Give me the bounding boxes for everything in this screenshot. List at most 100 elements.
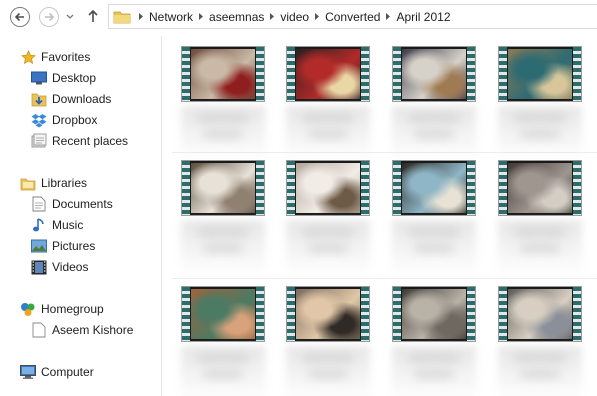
- breadcrumb-converted[interactable]: Converted: [325, 10, 380, 24]
- blurred-file-name: [203, 130, 243, 138]
- blurred-file-name: [408, 114, 460, 122]
- video-thumbnail[interactable]: [392, 46, 476, 102]
- film-strip: [361, 287, 369, 341]
- video-thumbnail[interactable]: [286, 160, 370, 216]
- video-frame: [402, 163, 466, 213]
- blurred-file-name: [408, 354, 460, 362]
- nav-favorites[interactable]: Favorites: [20, 48, 90, 66]
- blurred-file-name: [414, 130, 454, 138]
- film-strip: [287, 161, 295, 215]
- breadcrumb-video[interactable]: video: [280, 10, 309, 24]
- blurred-file-name: [308, 244, 348, 252]
- video-thumbnail[interactable]: [181, 286, 265, 342]
- back-button[interactable]: [10, 7, 30, 27]
- film-strip: [499, 161, 507, 215]
- nav-item-desktop[interactable]: Desktop: [31, 69, 96, 87]
- forward-button[interactable]: [39, 7, 59, 27]
- nav-item-videos[interactable]: Videos: [31, 258, 88, 276]
- nav-item-aseem-kishore[interactable]: Aseem Kishore: [31, 321, 133, 339]
- video-frame: [296, 163, 360, 213]
- nav-item-label: Downloads: [52, 92, 112, 106]
- video-frame: [508, 289, 572, 339]
- nav-item-recent-places[interactable]: Recent places: [31, 132, 128, 150]
- breadcrumb-aseemnas[interactable]: aseemnas: [209, 10, 264, 24]
- blurred-file-name: [414, 244, 454, 252]
- breadcrumb-separator[interactable]: [136, 13, 146, 20]
- nav-favorites-label: Favorites: [41, 50, 91, 64]
- nav-homegroup[interactable]: Homegroup: [20, 300, 104, 318]
- film-strip: [467, 287, 475, 341]
- video-thumbnail[interactable]: [181, 46, 265, 102]
- nav-item-dropbox[interactable]: Dropbox: [31, 111, 97, 129]
- video-thumbnail[interactable]: [286, 46, 370, 102]
- nav-item-label: Music: [52, 218, 84, 232]
- documents-icon: [31, 196, 47, 212]
- video-thumbnail[interactable]: [392, 286, 476, 342]
- nav-computer[interactable]: Computer: [20, 363, 94, 381]
- downloads-icon: [31, 91, 47, 107]
- video-thumbnail[interactable]: [392, 160, 476, 216]
- film-strip: [361, 161, 369, 215]
- toolbar: Network aseemnas video Converted April 2…: [0, 0, 597, 36]
- chevron-down-icon[interactable]: [66, 14, 74, 20]
- video-thumbnail[interactable]: [498, 286, 582, 342]
- breadcrumb-april-2012[interactable]: April 2012: [396, 10, 450, 24]
- nav-item-music[interactable]: Music: [31, 216, 83, 234]
- blurred-file-name: [302, 228, 354, 236]
- video-frame: [296, 289, 360, 339]
- film-strip: [361, 47, 369, 101]
- video-frame: [402, 49, 466, 99]
- forward-arrow-icon: [45, 12, 55, 22]
- pictures-icon: [31, 238, 47, 254]
- breadcrumb-separator[interactable]: [312, 13, 322, 20]
- row-separator: [172, 278, 597, 279]
- nav-libraries-label: Libraries: [41, 176, 88, 190]
- address-bar[interactable]: Network aseemnas video Converted April 2…: [108, 4, 597, 29]
- videos-icon: [31, 259, 47, 275]
- nav-computer-label: Computer: [41, 365, 94, 379]
- film-strip: [256, 161, 264, 215]
- desktop-icon: [31, 70, 47, 86]
- nav-item-label: Desktop: [52, 71, 97, 85]
- nav-libraries[interactable]: Libraries: [20, 174, 87, 192]
- video-frame: [296, 49, 360, 99]
- video-thumbnail[interactable]: [181, 160, 265, 216]
- film-strip: [182, 287, 190, 341]
- navigation-pane: Favorites Desktop Downloads Dropbox Rece…: [0, 36, 161, 396]
- film-strip: [256, 47, 264, 101]
- nav-item-pictures[interactable]: Pictures: [31, 237, 95, 255]
- blurred-file-name: [197, 114, 249, 122]
- blurred-file-name: [514, 114, 566, 122]
- breadcrumb-separator[interactable]: [196, 13, 206, 20]
- blurred-file-name: [302, 354, 354, 362]
- file-list: [162, 36, 597, 396]
- blurred-file-name: [302, 114, 354, 122]
- video-frame: [402, 289, 466, 339]
- nav-item-label: Pictures: [52, 239, 96, 253]
- video-thumbnail[interactable]: [498, 160, 582, 216]
- video-frame: [191, 289, 255, 339]
- film-strip: [467, 47, 475, 101]
- video-thumbnail[interactable]: [498, 46, 582, 102]
- blurred-file-name: [514, 228, 566, 236]
- breadcrumb-separator[interactable]: [267, 13, 277, 20]
- film-strip: [287, 287, 295, 341]
- film-strip: [287, 47, 295, 101]
- breadcrumb-separator[interactable]: [383, 13, 393, 20]
- row-separator: [172, 152, 597, 153]
- star-icon: [20, 49, 36, 65]
- nav-item-label: Documents: [52, 197, 113, 211]
- video-thumbnail[interactable]: [286, 286, 370, 342]
- blurred-file-name: [520, 370, 560, 378]
- breadcrumb-network[interactable]: Network: [149, 10, 193, 24]
- libraries-icon: [20, 175, 36, 191]
- nav-item-downloads[interactable]: Downloads: [31, 90, 111, 108]
- film-strip: [256, 287, 264, 341]
- up-arrow-icon[interactable]: [87, 9, 99, 23]
- blurred-file-name: [308, 370, 348, 378]
- film-strip: [182, 161, 190, 215]
- blurred-file-name: [308, 130, 348, 138]
- folder-icon: [113, 9, 131, 25]
- nav-item-documents[interactable]: Documents: [31, 195, 113, 213]
- film-strip: [499, 287, 507, 341]
